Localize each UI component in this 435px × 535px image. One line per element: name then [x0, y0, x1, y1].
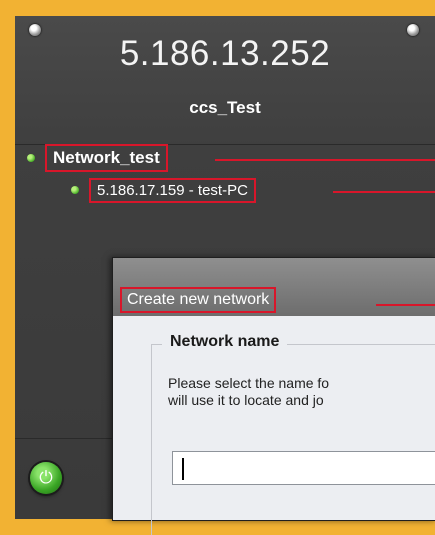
description-line: Please select the name fo	[168, 375, 330, 391]
description-line: will use it to locate and jo	[168, 392, 324, 408]
network-label: Network_test	[45, 144, 168, 172]
dialog-body: Network name Please select the name fo w…	[113, 316, 435, 535]
network-name-input[interactable]	[172, 451, 435, 485]
power-area: ⏻	[15, 438, 120, 519]
callout-line	[333, 191, 435, 193]
panel-header: 5.186.13.252 ccs_Test	[15, 16, 435, 145]
callout-line	[215, 159, 435, 161]
ip-address: 5.186.13.252	[119, 34, 331, 73]
section-title: Network name	[162, 333, 288, 351]
power-icon: ⏻	[39, 468, 53, 488]
callout-line	[376, 304, 435, 306]
tree-item-client[interactable]: 5.186.17.159 - test-PC	[71, 177, 256, 203]
status-online-icon	[71, 186, 79, 194]
description-text: Please select the name fo will use it to…	[168, 375, 428, 409]
tree-item-network[interactable]: Network_test	[27, 144, 168, 172]
create-network-dialog: Create new network Network name Please s…	[112, 257, 435, 535]
power-button[interactable]: ⏻	[30, 462, 62, 494]
text-caret	[182, 458, 184, 480]
dialog-title: Create new network	[120, 287, 277, 313]
status-online-icon	[27, 154, 35, 162]
client-label: 5.186.17.159 - test-PC	[89, 177, 256, 203]
network-name-group: Network name Please select the name fo w…	[151, 333, 435, 535]
host-name: ccs_Test	[189, 98, 261, 117]
dialog-titlebar[interactable]: Create new network	[113, 258, 435, 316]
